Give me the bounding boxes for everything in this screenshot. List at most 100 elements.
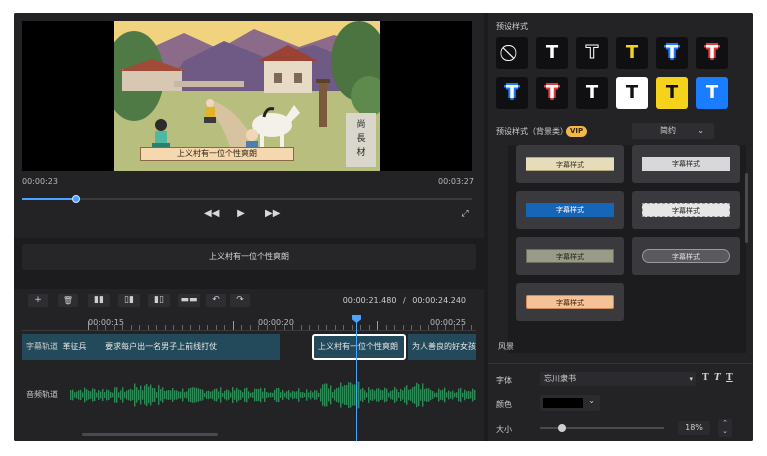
subtitle-overlay[interactable]: 上义村有一位个性爽朗 <box>140 147 294 161</box>
redo-icon[interactable]: ↷ <box>230 294 250 307</box>
waveform-bar <box>248 391 250 399</box>
waveform-bar <box>206 391 208 399</box>
video-preview[interactable]: 尚 長 材 上义村有一位个性爽朗 <box>22 21 472 171</box>
font-select[interactable]: 忘川隶书 ▾ <box>540 372 696 386</box>
waveform-bar <box>472 388 474 402</box>
subtitle-clip-selected[interactable]: 上义村有一位个性爽朗 <box>312 334 406 360</box>
underline-icon[interactable]: T <box>726 373 733 383</box>
ruler-tick <box>266 325 268 330</box>
chevron-up-icon[interactable]: ⌃ <box>718 419 732 427</box>
size-slider-knob[interactable] <box>558 424 567 432</box>
ruler-tick <box>190 325 191 330</box>
text-style-preset[interactable]: T <box>536 37 568 69</box>
waveform-bar <box>446 392 448 398</box>
fullscreen-icon[interactable]: ⤢ <box>458 208 472 220</box>
waveform-bar <box>168 390 170 400</box>
text-style-preset[interactable]: T <box>616 37 648 69</box>
waveform-bar <box>92 388 94 402</box>
bg-filter-dropdown[interactable]: 简约 ⌄ <box>632 123 714 139</box>
bg-style-item[interactable]: 字幕样式 <box>632 237 740 275</box>
waveform-bar <box>170 390 172 400</box>
text-style-preset[interactable]: T <box>536 77 568 109</box>
bg-style-item[interactable]: 字幕样式 <box>516 283 624 321</box>
waveform-bar <box>224 390 226 400</box>
ruler-tick <box>181 325 183 330</box>
bold-icon[interactable]: T <box>702 373 709 383</box>
color-picker[interactable]: ⌄ <box>540 395 600 411</box>
subtitle-clip[interactable]: 字幕轨道 革征兵 要求每户出一名男子上前线打仗 <box>22 334 280 360</box>
split-right-icon[interactable]: ▮▯ <box>148 294 170 307</box>
time-ruler[interactable]: 00:00:15 00:00:20 00:00:25 <box>22 315 476 331</box>
bg-style-item[interactable]: 字幕样式 <box>516 191 624 229</box>
waveform-bar <box>132 389 134 401</box>
waveform-bar <box>428 388 430 402</box>
timeline-scrollbar[interactable] <box>82 433 218 436</box>
rewind-icon[interactable]: ◀◀ <box>204 208 219 220</box>
text-style-preset[interactable]: T <box>576 77 608 109</box>
waveform-bar <box>192 387 194 403</box>
bg-style-item[interactable]: 字幕样式 <box>516 145 624 183</box>
italic-icon[interactable]: T <box>714 373 721 383</box>
text-style-preset[interactable]: T <box>656 37 688 69</box>
chevron-down-icon[interactable]: ⌄ <box>718 427 732 435</box>
audio-track[interactable]: 音频轨道 <box>22 375 476 415</box>
waveform-bar <box>338 387 340 403</box>
bg-style-item[interactable]: 字幕样式 <box>632 191 740 229</box>
waveform-bar <box>160 389 162 401</box>
waveform-bar <box>412 387 414 403</box>
waveform-bar <box>374 390 376 400</box>
no-style-preset[interactable]: ⃠ <box>496 37 528 69</box>
ruler-tick <box>198 325 200 330</box>
split-icon[interactable]: ▮▮ <box>88 294 110 307</box>
plus-icon[interactable]: + <box>28 294 48 307</box>
text-style-icon: T <box>665 82 679 103</box>
playhead[interactable] <box>356 317 357 441</box>
text-style-preset[interactable]: T <box>496 77 528 109</box>
split-left-icon[interactable]: ▯▮ <box>118 294 140 307</box>
text-style-icon: T <box>705 82 719 103</box>
waveform-bar <box>120 390 122 400</box>
text-style-preset[interactable]: T <box>696 77 728 109</box>
play-icon[interactable]: ▶ <box>234 208 248 220</box>
caption-text-panel: 上义村有一位个性爽朗 <box>14 238 484 276</box>
text-style-preset[interactable]: T <box>696 37 728 69</box>
track-label-audio: 音频轨道 <box>26 390 58 399</box>
timecode-separator: / <box>403 296 406 305</box>
delete-icon[interactable]: 🗑 <box>58 294 78 307</box>
size-slider[interactable] <box>540 424 664 432</box>
waveform-bar <box>100 391 102 399</box>
fast-forward-icon[interactable]: ▶▶ <box>265 208 280 220</box>
text-style-preset[interactable]: T <box>616 77 648 109</box>
subtitle-clip[interactable]: 为人善良的好女孩叫 <box>408 334 476 360</box>
waveform-bar <box>408 389 410 401</box>
waveform-bar <box>104 392 106 398</box>
bg-style-item[interactable]: 字幕样式 <box>632 145 740 183</box>
waveform-bar <box>156 392 158 398</box>
waveform-bar <box>442 389 444 401</box>
waveform-bar <box>176 390 178 400</box>
style-panel-scrollbar[interactable] <box>745 173 748 243</box>
waveform-bar <box>286 391 288 399</box>
size-stepper[interactable]: ⌃ ⌄ <box>718 419 732 437</box>
waveform-bar <box>190 387 192 403</box>
ruler-tick <box>377 321 378 330</box>
progress-knob[interactable] <box>72 195 80 203</box>
text-style-preset[interactable]: T <box>576 37 608 69</box>
waveform-bar <box>178 391 180 399</box>
waveform-bar <box>284 392 286 398</box>
waveform-bar <box>198 388 200 402</box>
waveform-bar <box>162 387 164 403</box>
caption-text[interactable]: 上义村有一位个性爽朗 <box>22 244 476 270</box>
waveform-bar <box>76 391 78 399</box>
size-value[interactable]: 18% <box>678 421 710 435</box>
bg-style-item[interactable]: 字幕样式 <box>516 237 624 275</box>
total-time: 00:03:27 <box>438 177 474 186</box>
waveform-bar <box>254 388 256 402</box>
waveform-bar <box>384 387 386 403</box>
merge-icon[interactable]: ▬▬ <box>178 294 200 307</box>
waveform-bar <box>366 392 368 398</box>
waveform-bar <box>124 391 126 399</box>
text-style-preset[interactable]: T <box>656 77 688 109</box>
playback-progress[interactable] <box>22 195 472 203</box>
undo-icon[interactable]: ↶ <box>206 294 226 307</box>
